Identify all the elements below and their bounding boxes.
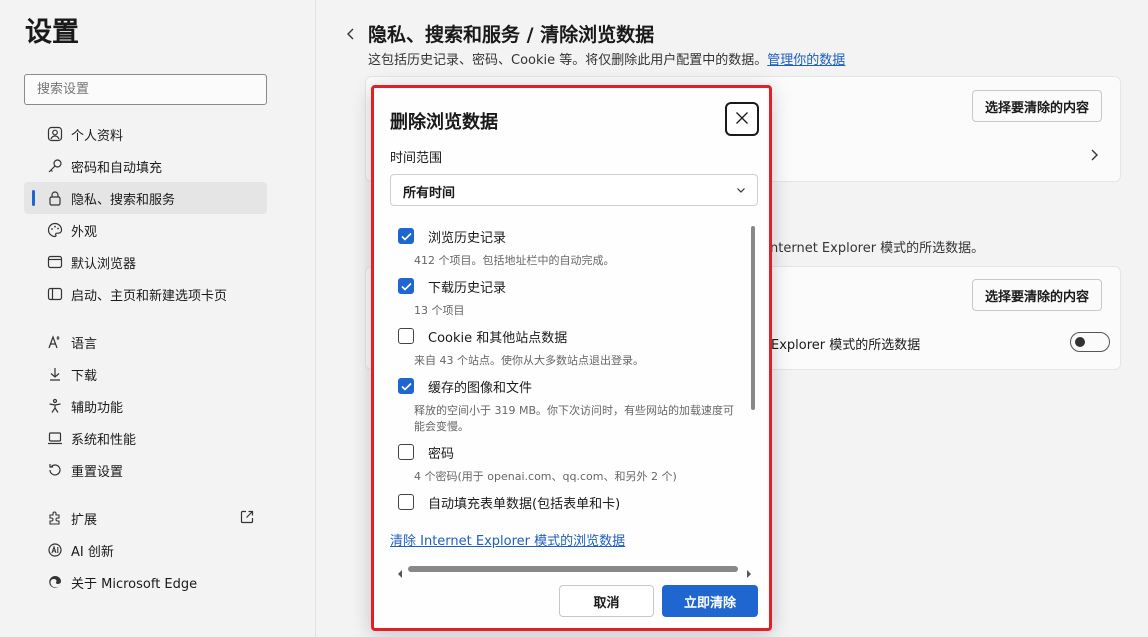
sidebar-item-appearance[interactable]: 外观: [24, 214, 267, 246]
ie-row-text: Explorer 模式的所选数据: [771, 338, 921, 353]
sidebar-item-ai[interactable]: AI 创新: [24, 534, 267, 566]
sidebar-item-default-browser[interactable]: 默认浏览器: [24, 246, 267, 278]
item-desc: 13 个项目: [414, 304, 465, 317]
language-icon: [46, 333, 64, 351]
chevron-down-icon: [735, 184, 747, 200]
page-subtitle-text: 这包括历史记录、密码、Cookie 等。将仅删除此用户配置中的数据。: [368, 53, 768, 68]
ie-clear-toggle[interactable]: [1070, 332, 1110, 352]
sidebar-item-label: AI 创新: [71, 544, 114, 560]
accessibility-icon: [46, 397, 64, 415]
sidebar-item-label: 语言: [71, 336, 98, 352]
page-subtitle: 这包括历史记录、密码、Cookie 等。将仅删除此用户配置中的数据。管理你的数据: [368, 49, 845, 68]
autofill-checkbox[interactable]: [398, 494, 414, 510]
page-title: 隐私、搜索和服务 / 清除浏览数据: [368, 24, 655, 46]
delete-browsing-data-dialog: 删除浏览数据 时间范围 所有时间 浏览历史记录 412 个项目。包括地址栏中的自…: [371, 85, 772, 631]
sidebar-item-startup[interactable]: 启动、主页和新建选项卡页: [24, 278, 267, 310]
close-icon: [735, 110, 749, 129]
passwords-checkbox[interactable]: [398, 444, 414, 460]
nav-group-main: 个人资料 密码和自动填充 隐私、搜索和服务 外观 默认浏览器 启动、主页和新建选…: [24, 118, 267, 310]
sidebar-item-accessibility[interactable]: 辅助功能: [24, 390, 267, 422]
sidebar-item-language[interactable]: 语言: [24, 326, 267, 358]
nav-group-system: 语言 下载 辅助功能 系统和性能 重置设置: [24, 326, 267, 486]
time-range-select[interactable]: 所有时间: [390, 174, 758, 206]
sidebar-item-label: 隐私、搜索和服务: [71, 192, 176, 208]
close-button[interactable]: [725, 102, 759, 136]
search-settings-input[interactable]: [24, 74, 267, 105]
clear-now-button[interactable]: 立即清除: [662, 585, 758, 617]
sidebar-item-label: 外观: [71, 224, 98, 240]
item-label: 下载历史记录: [428, 281, 507, 296]
sidebar-item-label: 辅助功能: [71, 400, 124, 416]
dialog-title: 删除浏览数据: [390, 112, 498, 133]
nav-group-extra: 扩展 AI 创新 关于 Microsoft Edge: [24, 502, 267, 598]
laptop-icon: [46, 429, 64, 447]
sidebar-item-label: 扩展: [71, 512, 98, 528]
item-label: 自动填充表单数据(包括表单和卡): [428, 497, 621, 512]
edge-icon: [46, 573, 64, 591]
item-desc: 来自 43 个站点。使你从大多数站点退出登录。: [414, 354, 644, 367]
sidebar-item-label: 启动、主页和新建选项卡页: [71, 288, 228, 304]
sidebar-item-downloads[interactable]: 下载: [24, 358, 267, 390]
sidebar-item-privacy[interactable]: 隐私、搜索和服务: [24, 182, 267, 214]
item-desc: 412 个项目。包括地址栏中的自动完成。: [414, 254, 615, 267]
key-icon: [46, 157, 64, 175]
sidebar-item-system[interactable]: 系统和性能: [24, 422, 267, 454]
reset-icon: [46, 461, 64, 479]
sidebar-item-label: 密码和自动填充: [71, 160, 163, 176]
choose-what-to-clear-button[interactable]: 选择要清除的内容: [972, 90, 1103, 122]
sidebar: 设置 个人资料 密码和自动填充 隐私、搜索和服务 外观 默认浏览器 启动、主页和…: [0, 0, 316, 637]
manage-data-link[interactable]: 管理你的数据: [767, 53, 845, 68]
sidebar-item-label: 关于 Microsoft Edge: [71, 576, 198, 592]
sidebar-item-label: 重置设置: [71, 464, 124, 480]
sidebar-item-extensions[interactable]: 扩展: [24, 502, 267, 534]
cookies-checkbox[interactable]: [398, 328, 414, 344]
back-chevron-icon[interactable]: [344, 26, 358, 46]
scroll-left-icon[interactable]: [396, 564, 404, 583]
cache-checkbox[interactable]: [398, 378, 414, 394]
extensions-icon: [46, 509, 64, 527]
sidebar-item-profile[interactable]: 个人资料: [24, 118, 267, 150]
ai-icon: [46, 541, 64, 559]
item-label: 缓存的图像和文件: [428, 381, 533, 396]
browser-icon: [46, 253, 64, 271]
external-link-icon: [239, 509, 255, 529]
vertical-scrollbar[interactable]: [751, 226, 755, 410]
browsing-history-checkbox[interactable]: [398, 228, 414, 244]
time-range-label: 时间范围: [390, 151, 443, 166]
lock-icon: [46, 189, 64, 207]
download-history-checkbox[interactable]: [398, 278, 414, 294]
chevron-right-icon[interactable]: [1088, 147, 1100, 167]
item-label: Cookie 和其他站点数据: [428, 331, 568, 346]
item-label: 浏览历史记录: [428, 231, 507, 246]
sidebar-item-reset[interactable]: 重置设置: [24, 454, 267, 486]
appearance-icon: [46, 221, 64, 239]
sidebar-item-label: 下载: [71, 368, 98, 384]
sidebar-item-label: 默认浏览器: [71, 256, 137, 272]
scroll-right-icon[interactable]: [745, 564, 753, 583]
settings-title: 设置: [25, 17, 79, 48]
data-type-list: 浏览历史记录 412 个项目。包括地址栏中的自动完成。 下载历史记录 13 个项…: [374, 218, 749, 513]
sidebar-item-passwords[interactable]: 密码和自动填充: [24, 150, 267, 182]
item-label: 密码: [428, 447, 455, 462]
choose-what-to-clear-ie-button[interactable]: 选择要清除的内容: [972, 279, 1103, 311]
sidebar-item-about[interactable]: 关于 Microsoft Edge: [24, 566, 267, 598]
item-desc: 4 个密码(用于 openai.com、qq.com、和另外 2 个): [414, 470, 677, 483]
item-desc: 释放的空间小于 319 MB。你下次访问时，有些网站的加载速度可能会变慢。: [414, 404, 735, 433]
clear-ie-data-link[interactable]: 清除 Internet Explorer 模式的浏览数据: [390, 530, 625, 549]
sidebar-item-label: 系统和性能: [71, 432, 137, 448]
sidebar-item-label: 个人资料: [71, 128, 124, 144]
time-range-value: 所有时间: [403, 186, 456, 201]
ie-section-text: nternet Explorer 模式的所选数据。: [770, 241, 985, 256]
cancel-button[interactable]: 取消: [559, 585, 654, 617]
horizontal-scrollbar[interactable]: [408, 566, 738, 572]
profile-icon: [46, 125, 64, 143]
home-tab-icon: [46, 285, 64, 303]
download-icon: [46, 365, 64, 383]
